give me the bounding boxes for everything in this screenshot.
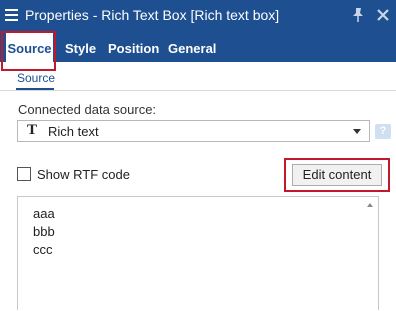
close-icon[interactable] xyxy=(376,8,390,22)
connected-data-source-label: Connected data source: xyxy=(18,102,157,117)
scroll-up-icon[interactable] xyxy=(367,203,373,207)
connected-data-source-dropdown[interactable]: T Rich text xyxy=(17,120,370,142)
hamburger-menu-icon[interactable] xyxy=(5,9,18,21)
window-title: Properties - Rich Text Box [Rich text bo… xyxy=(25,7,280,23)
editor-line: aaa xyxy=(33,206,55,221)
edit-content-highlight xyxy=(284,158,390,192)
title-bar: Properties - Rich Text Box [Rich text bo… xyxy=(0,0,396,31)
text-type-icon: T xyxy=(27,122,38,138)
tab-bar: Source Style Position General xyxy=(0,31,396,62)
connected-data-source-value: Rich text xyxy=(48,124,99,139)
rich-text-editor[interactable]: aaa bbb ccc xyxy=(17,196,379,310)
chevron-down-icon xyxy=(353,129,361,134)
tab-position[interactable]: Position xyxy=(108,31,159,62)
vertical-scrollbar[interactable] xyxy=(366,197,378,311)
subtab-divider xyxy=(0,90,396,91)
pin-icon[interactable] xyxy=(350,7,366,23)
help-icon[interactable]: ? xyxy=(375,124,391,139)
editor-line: ccc xyxy=(33,242,53,257)
tab-style[interactable]: Style xyxy=(65,31,96,62)
source-tab-highlight xyxy=(1,31,56,71)
show-rtf-checkbox[interactable] xyxy=(17,167,31,181)
show-rtf-label[interactable]: Show RTF code xyxy=(37,167,130,182)
editor-line: bbb xyxy=(33,224,55,239)
tab-general[interactable]: General xyxy=(168,31,216,62)
subtab-source[interactable]: Source xyxy=(17,71,55,85)
